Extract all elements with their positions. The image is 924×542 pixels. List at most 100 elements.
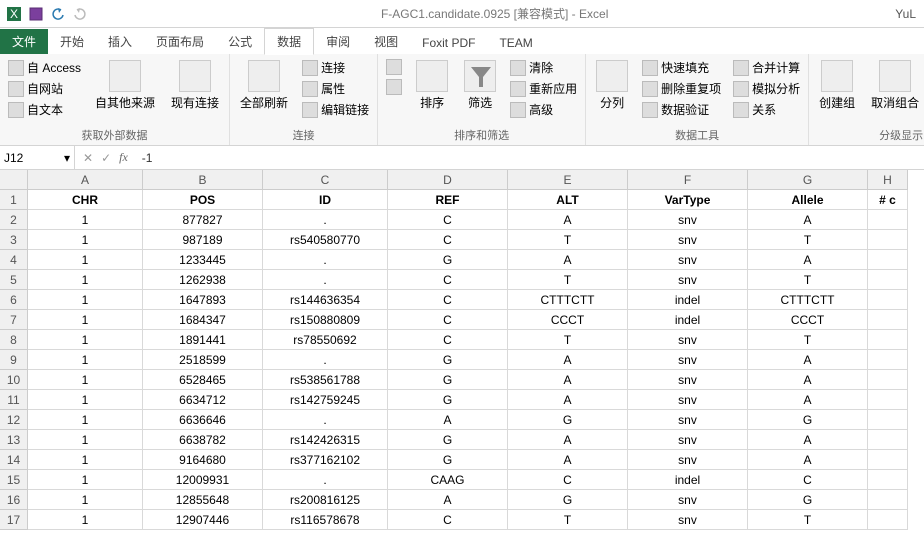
cell[interactable]: C — [748, 470, 868, 490]
cell[interactable]: A — [748, 350, 868, 370]
cell[interactable]: rs540580770 — [263, 230, 388, 250]
cell[interactable]: CTTTCTT — [508, 290, 628, 310]
reapply-button[interactable]: 重新应用 — [508, 79, 579, 98]
cell[interactable]: rs377162102 — [263, 450, 388, 470]
cell[interactable]: 1647893 — [143, 290, 263, 310]
filter-button[interactable]: 筛选 — [460, 58, 500, 113]
cell[interactable]: 1 — [28, 230, 143, 250]
cell[interactable]: 1 — [28, 430, 143, 450]
cell[interactable] — [868, 310, 908, 330]
cell[interactable]: T — [508, 510, 628, 530]
column-header[interactable]: E — [508, 170, 628, 190]
cell[interactable]: 1262938 — [143, 270, 263, 290]
cell[interactable]: T — [508, 270, 628, 290]
cell[interactable] — [868, 270, 908, 290]
cell[interactable]: snv — [628, 230, 748, 250]
column-header[interactable]: H — [868, 170, 908, 190]
cell[interactable] — [868, 210, 908, 230]
tab-formulas[interactable]: 公式 — [216, 29, 264, 54]
cell[interactable]: 1 — [28, 250, 143, 270]
cell[interactable] — [868, 410, 908, 430]
cell[interactable]: snv — [628, 410, 748, 430]
cell[interactable] — [868, 490, 908, 510]
relationships-button[interactable]: 关系 — [731, 100, 802, 119]
cell[interactable]: CTTTCTT — [748, 290, 868, 310]
cell[interactable]: 6636646 — [143, 410, 263, 430]
cell[interactable]: 1 — [28, 390, 143, 410]
cell[interactable]: 1684347 — [143, 310, 263, 330]
cell[interactable]: A — [508, 430, 628, 450]
cell[interactable]: T — [748, 330, 868, 350]
row-header[interactable]: 7 — [0, 310, 28, 330]
cell[interactable]: snv — [628, 390, 748, 410]
sort-button[interactable]: 排序 — [412, 58, 452, 113]
cell[interactable]: . — [263, 350, 388, 370]
header-cell[interactable]: ID — [263, 190, 388, 210]
cell[interactable]: . — [263, 270, 388, 290]
tab-review[interactable]: 审阅 — [314, 29, 362, 54]
header-cell[interactable]: CHR — [28, 190, 143, 210]
column-header[interactable]: D — [388, 170, 508, 190]
cell[interactable]: rs538561788 — [263, 370, 388, 390]
undo-icon[interactable] — [50, 6, 66, 22]
column-header[interactable]: B — [143, 170, 263, 190]
cell[interactable]: rs116578678 — [263, 510, 388, 530]
cell[interactable]: 1 — [28, 510, 143, 530]
cell[interactable]: A — [748, 250, 868, 270]
cell[interactable]: snv — [628, 450, 748, 470]
cell[interactable]: A — [748, 370, 868, 390]
cell[interactable]: C — [388, 290, 508, 310]
cell[interactable]: snv — [628, 270, 748, 290]
cell[interactable]: 1 — [28, 410, 143, 430]
cell[interactable]: 1 — [28, 330, 143, 350]
row-header[interactable]: 13 — [0, 430, 28, 450]
header-cell[interactable]: POS — [143, 190, 263, 210]
sort-desc-button[interactable] — [384, 78, 404, 96]
header-cell[interactable]: ALT — [508, 190, 628, 210]
cell[interactable] — [868, 470, 908, 490]
cell[interactable]: G — [388, 350, 508, 370]
row-header[interactable]: 10 — [0, 370, 28, 390]
cell[interactable]: G — [388, 430, 508, 450]
row-header[interactable]: 6 — [0, 290, 28, 310]
cell[interactable]: A — [748, 430, 868, 450]
row-header[interactable]: 5 — [0, 270, 28, 290]
row-header[interactable]: 1 — [0, 190, 28, 210]
row-header[interactable]: 15 — [0, 470, 28, 490]
whatif-button[interactable]: 模拟分析 — [731, 79, 802, 98]
cell[interactable]: snv — [628, 210, 748, 230]
cell[interactable]: 2518599 — [143, 350, 263, 370]
cell[interactable]: A — [388, 410, 508, 430]
from-access-button[interactable]: 自 Access — [6, 58, 83, 77]
row-header[interactable]: 16 — [0, 490, 28, 510]
cell[interactable]: A — [508, 390, 628, 410]
cell[interactable]: C — [388, 310, 508, 330]
cell[interactable]: A — [748, 390, 868, 410]
cell[interactable]: 1 — [28, 290, 143, 310]
cell[interactable]: snv — [628, 510, 748, 530]
row-header[interactable]: 2 — [0, 210, 28, 230]
cell[interactable]: CCCT — [508, 310, 628, 330]
cell[interactable] — [868, 250, 908, 270]
data-valid-button[interactable]: 数据验证 — [640, 100, 723, 119]
cell[interactable]: 1 — [28, 210, 143, 230]
row-header[interactable]: 8 — [0, 330, 28, 350]
tab-data[interactable]: 数据 — [264, 28, 314, 55]
cell[interactable]: indel — [628, 290, 748, 310]
cell[interactable]: . — [263, 250, 388, 270]
cell[interactable]: 12855648 — [143, 490, 263, 510]
cell[interactable]: 1 — [28, 310, 143, 330]
group-button[interactable]: 创建组 — [815, 58, 859, 113]
cell[interactable]: A — [508, 350, 628, 370]
cell[interactable]: G — [748, 410, 868, 430]
cell[interactable]: 1891441 — [143, 330, 263, 350]
cell[interactable] — [868, 290, 908, 310]
cell[interactable]: C — [388, 230, 508, 250]
cell[interactable]: snv — [628, 490, 748, 510]
cell[interactable]: 1 — [28, 470, 143, 490]
cell[interactable]: G — [388, 250, 508, 270]
cell[interactable]: T — [508, 230, 628, 250]
cell[interactable] — [868, 430, 908, 450]
row-header[interactable]: 12 — [0, 410, 28, 430]
cell[interactable]: C — [388, 510, 508, 530]
